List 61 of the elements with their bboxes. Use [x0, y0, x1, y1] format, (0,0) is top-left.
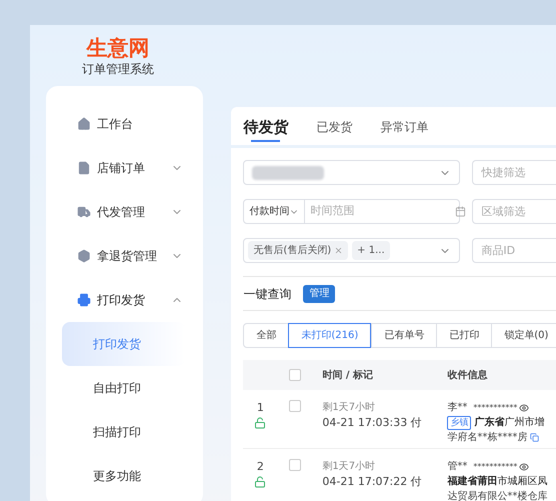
system-subtitle: 订单管理系统: [82, 61, 154, 77]
address-detail: 达贸易有限公**楼仓库: [447, 490, 548, 501]
filter-field[interactable]: 商品ID: [472, 238, 556, 263]
truck-icon: [77, 205, 91, 219]
eye-icon[interactable]: [519, 462, 530, 472]
address-detail: 学府名**栋****房: [447, 430, 528, 445]
order-time: 04-21 17:07:22 付: [322, 474, 423, 489]
box-icon: [77, 249, 91, 263]
row-number: 2: [256, 459, 264, 475]
select-all-checkbox[interactable]: [289, 369, 302, 381]
time-range-field[interactable]: 时间范围: [310, 203, 456, 220]
recipient-name: 李**: [447, 400, 468, 415]
close-icon: [334, 246, 344, 255]
segment-tab[interactable]: 已有单号: [371, 324, 436, 347]
recipient-phone: ***********: [473, 402, 518, 414]
status-select[interactable]: 无售后(售后关闭) + 1...: [243, 238, 460, 263]
tab[interactable]: 待发货: [243, 109, 288, 145]
segment-tab[interactable]: 锁定单(0): [491, 324, 556, 347]
unlock-icon[interactable]: [254, 476, 266, 488]
column-header: 收件信息: [447, 368, 488, 382]
time-type-select[interactable]: 付款时间: [244, 200, 306, 223]
eye-icon[interactable]: [519, 402, 530, 412]
row-checkbox[interactable]: [289, 400, 302, 412]
sidebar-item[interactable]: 店铺订单: [46, 146, 203, 190]
query-label: 一键查询: [243, 286, 292, 302]
remaining-time: 剩1天7小时: [322, 400, 376, 415]
status-tag[interactable]: + 1...: [352, 241, 390, 260]
segment-tab[interactable]: 已打印: [436, 324, 492, 347]
recipient-phone: ***********: [473, 461, 518, 473]
region-tag: 乡镇: [447, 416, 472, 430]
tab[interactable]: 已发货: [316, 109, 352, 145]
sidebar-item[interactable]: 工作台: [46, 102, 203, 146]
shop-select[interactable]: [243, 160, 460, 185]
recipient-name: 管**: [447, 460, 468, 474]
sidebar-item[interactable]: 打印发货: [46, 278, 203, 322]
submenu-item[interactable]: 自由打印: [62, 366, 186, 410]
submenu-item[interactable]: 扫描打印: [62, 410, 186, 454]
segment-tab[interactable]: 全部: [244, 324, 288, 347]
recipient-address: 福建省莆田市城厢区凤: [447, 474, 548, 489]
home-icon: [77, 117, 91, 131]
brand-logo: 生意网: [86, 35, 150, 61]
row-checkbox[interactable]: [289, 459, 302, 471]
filter-field[interactable]: 区域筛选: [472, 199, 556, 224]
row-number: 1: [256, 400, 264, 416]
status-tag[interactable]: 无售后(售后关闭): [248, 241, 348, 260]
column-header: 时间 / 标记: [322, 368, 374, 382]
remaining-time: 剩1天7小时: [322, 460, 376, 474]
sidebar-item[interactable]: 拿退货管理: [46, 234, 203, 278]
tab[interactable]: 异常订单: [380, 109, 428, 145]
manage-button[interactable]: 管理: [303, 284, 336, 302]
segment-tab[interactable]: 未打印(216): [288, 323, 372, 348]
document-icon: [77, 161, 91, 175]
copy-icon[interactable]: [530, 433, 540, 442]
unlock-icon[interactable]: [254, 416, 266, 428]
submenu-item[interactable]: 更多功能: [62, 454, 186, 498]
printer-icon: [77, 293, 91, 307]
recipient-address: 广东省广州市增: [474, 415, 544, 430]
sidebar-item[interactable]: 代发管理: [46, 190, 203, 234]
calendar-icon: [455, 206, 466, 217]
filter-field[interactable]: 快捷筛选: [472, 160, 556, 185]
order-time: 04-21 17:03:33 付: [322, 415, 423, 430]
